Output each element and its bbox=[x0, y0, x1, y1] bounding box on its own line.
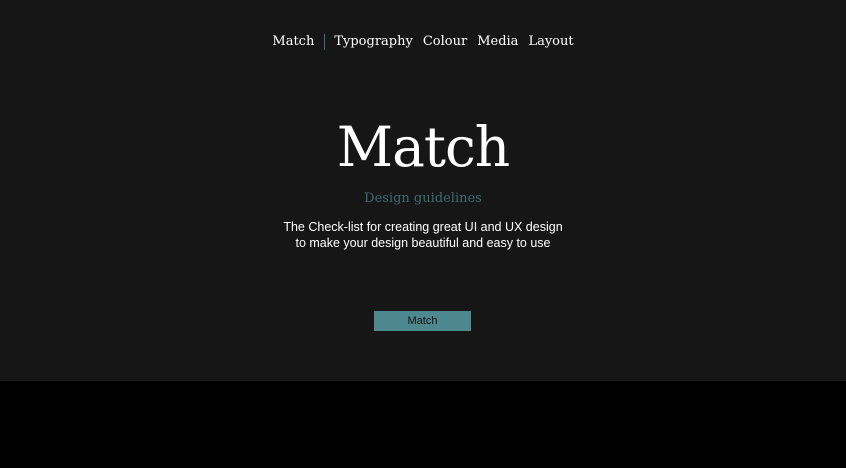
description-line-2: to make your design beautiful and easy t… bbox=[295, 236, 551, 250]
match-cta-button[interactable]: Match bbox=[374, 311, 471, 331]
nav-brand-link[interactable]: Match bbox=[272, 33, 314, 51]
nav-divider bbox=[324, 34, 326, 50]
hero-section: Match Typography Colour Media Layout Mat… bbox=[0, 0, 846, 381]
page-title: Match bbox=[336, 115, 510, 179]
nav-link-media[interactable]: Media bbox=[477, 33, 518, 51]
top-navigation: Match Typography Colour Media Layout bbox=[0, 33, 846, 51]
nav-link-layout[interactable]: Layout bbox=[528, 33, 573, 51]
nav-link-colour[interactable]: Colour bbox=[423, 33, 467, 51]
page-subtitle: Design guidelines bbox=[364, 191, 482, 206]
nav-link-typography[interactable]: Typography bbox=[334, 33, 413, 51]
hero-description: The Check-list for creating great UI and… bbox=[0, 219, 846, 251]
description-line-1: The Check-list for creating great UI and… bbox=[283, 220, 563, 234]
footer-area bbox=[0, 381, 846, 468]
